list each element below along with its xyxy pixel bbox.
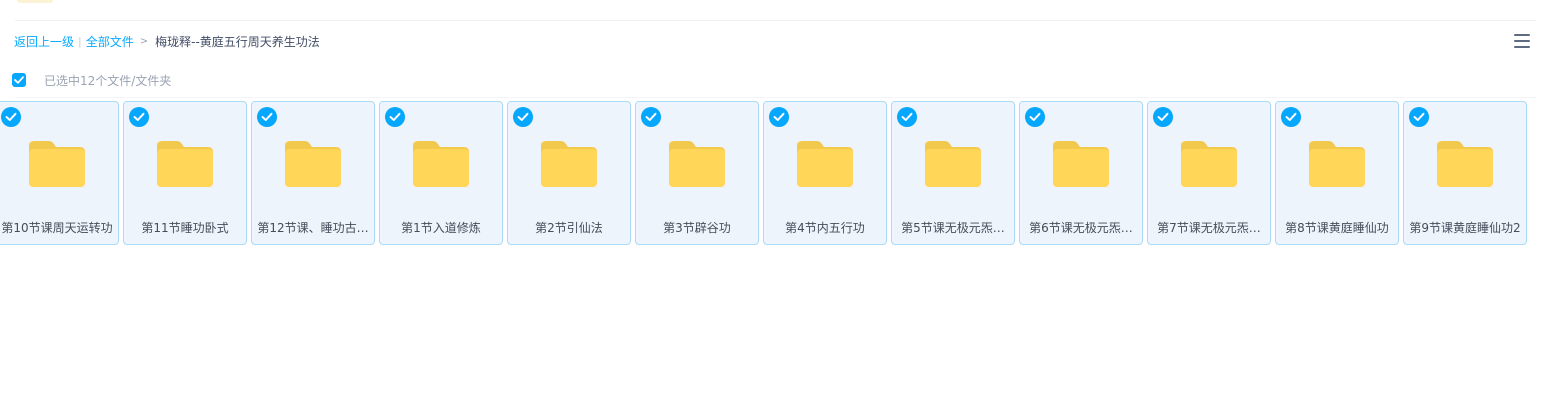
folder-name: 第1节入道修炼 (401, 221, 481, 235)
current-folder-label: 梅珑释--黄庭五行周天养生功法 (155, 34, 320, 49)
selected-check-icon[interactable] (1281, 107, 1301, 127)
selected-check-icon[interactable] (129, 107, 149, 127)
folder-icon (1053, 141, 1109, 187)
folder-card[interactable]: 第2节引仙法 (507, 101, 631, 245)
folder-icon (1181, 141, 1237, 187)
folder-name: 第6节课无极元炁… (1029, 221, 1133, 235)
selected-check-icon[interactable] (257, 107, 277, 127)
folder-card[interactable]: 第1节入道修炼 (379, 101, 503, 245)
checkmark-icon (1157, 112, 1169, 121)
folder-icon (925, 141, 981, 187)
folder-icon (541, 141, 597, 187)
folder-name: 第11节睡功卧式 (141, 221, 229, 235)
folder-name: 第5节课无极元炁… (901, 221, 1005, 235)
folder-card[interactable]: 第12节课、睡功古… (251, 101, 375, 245)
selected-check-icon[interactable] (1025, 107, 1045, 127)
toolbar-button-edge (17, 0, 53, 3)
checkmark-icon (773, 112, 785, 121)
folder-card[interactable]: 第6节课无极元炁… (1019, 101, 1143, 245)
select-all-checkbox[interactable] (12, 73, 26, 87)
checkmark-icon (5, 112, 17, 121)
checkmark-icon (133, 112, 145, 121)
folder-card[interactable]: 第9节课黄庭睡仙功2 (1403, 101, 1527, 245)
checkmark-icon (645, 112, 657, 121)
folder-icon (157, 141, 213, 187)
top-toolbar-strip (15, 0, 1536, 21)
folder-name: 第7节课无极元炁… (1157, 221, 1261, 235)
checkmark-icon (901, 112, 913, 121)
checkmark-icon (1285, 112, 1297, 121)
folder-name: 第9节课黄庭睡仙功2 (1409, 221, 1521, 235)
folder-icon (797, 141, 853, 187)
folder-name: 第12节课、睡功古… (257, 221, 369, 235)
folder-name: 第3节辟谷功 (663, 221, 731, 235)
selected-check-icon[interactable] (641, 107, 661, 127)
selected-check-icon[interactable] (385, 107, 405, 127)
divider (15, 97, 1536, 98)
folder-icon (413, 141, 469, 187)
selected-check-icon[interactable] (1153, 107, 1173, 127)
checkmark-icon (261, 112, 273, 121)
breadcrumb: 返回上一级 | 全部文件 > 梅珑释--黄庭五行周天养生功法 (14, 33, 320, 49)
folder-name: 第4节内五行功 (785, 221, 865, 235)
checkmark-icon (1029, 112, 1041, 121)
breadcrumb-separator: | (78, 34, 82, 48)
list-menu-icon[interactable] (1512, 32, 1532, 50)
folder-icon (1309, 141, 1365, 187)
selected-check-icon[interactable] (769, 107, 789, 127)
folder-name: 第10节课周天运转功 (1, 221, 113, 235)
checkmark-icon (517, 112, 529, 121)
folder-icon (669, 141, 725, 187)
all-files-link[interactable]: 全部文件 (86, 33, 134, 50)
checkmark-icon (14, 76, 24, 84)
folder-card[interactable]: 第11节睡功卧式 (123, 101, 247, 245)
folder-card[interactable]: 第4节内五行功 (763, 101, 887, 245)
folder-card[interactable]: 第10节课周天运转功 (0, 101, 119, 245)
checkmark-icon (389, 112, 401, 121)
folder-icon (1437, 141, 1493, 187)
checkmark-icon (1413, 112, 1425, 121)
folder-card[interactable]: 第7节课无极元炁… (1147, 101, 1271, 245)
selected-check-icon[interactable] (513, 107, 533, 127)
selection-bar: 已选中12个文件/文件夹 (12, 72, 171, 88)
folder-card[interactable]: 第5节课无极元炁… (891, 101, 1015, 245)
folder-name: 第2节引仙法 (535, 221, 603, 235)
file-grid: 第10节课周天运转功 第11节睡功卧式 第12节课、睡功古… 第1节入道修炼 第… (0, 101, 1535, 245)
folder-name: 第8节课黄庭睡仙功 (1285, 221, 1389, 235)
selected-check-icon[interactable] (897, 107, 917, 127)
folder-card[interactable]: 第8节课黄庭睡仙功 (1275, 101, 1399, 245)
folder-icon (29, 141, 85, 187)
selected-check-icon[interactable] (1, 107, 21, 127)
back-link[interactable]: 返回上一级 (14, 33, 74, 50)
folder-icon (285, 141, 341, 187)
folder-card[interactable]: 第3节辟谷功 (635, 101, 759, 245)
breadcrumb-arrow-icon: > (139, 35, 149, 47)
selected-check-icon[interactable] (1409, 107, 1429, 127)
selection-count-text: 已选中12个文件/文件夹 (44, 73, 172, 88)
